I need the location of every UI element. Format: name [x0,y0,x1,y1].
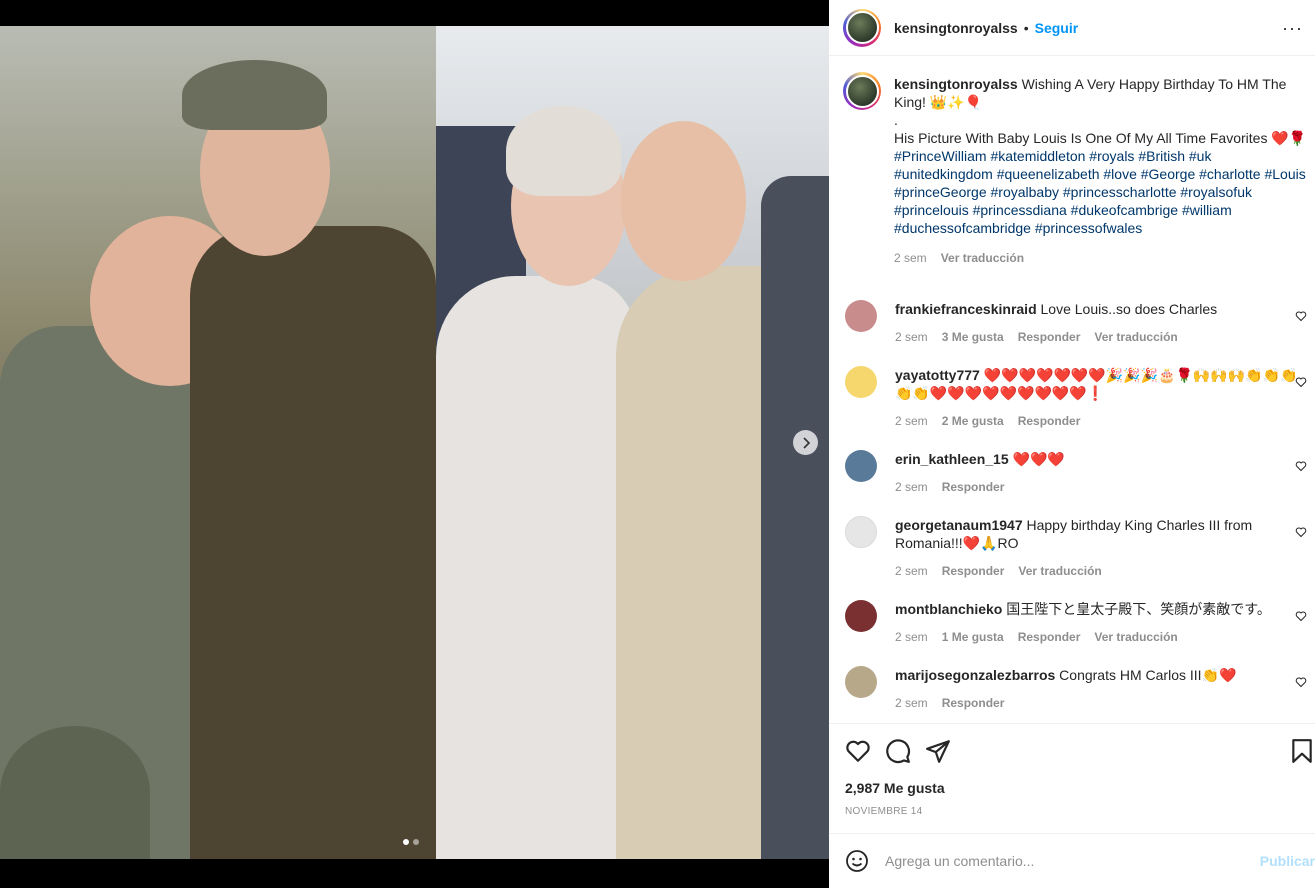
caption-username[interactable]: kensingtonroyalss [894,76,1018,92]
figure-face-man [621,121,746,281]
figure-dress [436,276,636,859]
likes-count[interactable]: 2,987 Me gusta [845,780,945,796]
post-side-panel: kensingtonroyalss • Seguir ··· kensingto… [829,0,1315,888]
carousel-indicator [403,839,419,845]
comment-item: georgetanaum1947 Happy birthday King Cha… [845,516,1307,580]
comment-username[interactable]: erin_kathleen_15 [895,451,1009,467]
translate-link[interactable]: Ver traducción [941,249,1024,267]
reply-button[interactable]: Responder [942,478,1005,496]
comment-time[interactable]: 2 sem [895,694,928,712]
chevron-right-icon [802,436,810,449]
comment-time[interactable]: 2 sem [895,328,928,346]
caption-time[interactable]: 2 sem [894,249,927,267]
comment-text: ❤️❤️❤️ [1012,451,1065,467]
avatar[interactable] [845,366,877,398]
avatar[interactable] [843,72,881,110]
reply-button[interactable]: Responder [942,562,1005,580]
emoji-icon[interactable] [845,849,869,873]
comment-icon[interactable] [885,738,911,764]
figure-jacket-right [190,226,436,859]
reply-button[interactable]: Responder [1018,412,1081,430]
comment-username[interactable]: georgetanaum1947 [895,517,1023,533]
photo-left-panel [0,26,436,859]
comment-likes[interactable]: 1 Me gusta [942,628,1004,646]
background-person [761,176,829,859]
translate-link[interactable]: Ver traducción [1094,328,1177,346]
follow-button[interactable]: Seguir [1035,20,1079,36]
comment-likes[interactable]: 2 Me gusta [942,412,1004,430]
comment-item: montblanchieko 国王陛下と皇太子殿下、笑顔が素敵です。 2 sem… [845,600,1307,646]
heart-icon[interactable] [1295,610,1307,622]
comment-time[interactable]: 2 sem [895,628,928,646]
heart-icon[interactable] [1295,526,1307,538]
carousel-dot [413,839,419,845]
reply-button[interactable]: Responder [1018,328,1081,346]
heart-icon[interactable] [1295,460,1307,472]
caption-text-line3: His Picture With Baby Louis Is One Of My… [894,130,1307,146]
comment-username[interactable]: montblanchieko [895,601,1002,617]
avatar[interactable] [843,8,881,47]
translate-link[interactable]: Ver traducción [1094,628,1177,646]
heart-icon[interactable] [845,738,871,764]
comment-item: erin_kathleen_15 ❤️❤️❤️ 2 sem Responder [845,450,1307,496]
comment-item: yayatotty777 ❤️❤️❤️❤️❤️❤️❤️🎉🎉🎉🎂🌹🙌🙌🙌👏👏👏👏👏… [845,366,1307,430]
carousel-dot [403,839,409,845]
separator-dot: • [1023,19,1029,36]
comment-item: marijosegonzalezbarros Congrats HM Carlo… [845,666,1307,712]
comment-username[interactable]: frankiefranceskinraid [895,301,1037,317]
comment-time[interactable]: 2 sem [895,478,928,496]
heart-icon[interactable] [1295,376,1307,388]
heart-icon[interactable] [1295,310,1307,322]
comment-input[interactable] [885,853,1245,869]
avatar[interactable] [845,666,877,698]
fascinator-hat [506,106,621,196]
comment-time[interactable]: 2 sem [895,412,928,430]
carousel-next-button[interactable] [793,430,818,455]
comment-text: Congrats HM Carlos III👏❤️ [1059,667,1237,683]
more-options-icon[interactable]: ··· [1282,18,1303,39]
heart-icon[interactable] [1295,676,1307,688]
publish-button[interactable]: Publicar [1260,853,1315,869]
comments-scroll-area[interactable]: kensingtonroyalss Wishing A Very Happy B… [829,57,1315,723]
comment-time[interactable]: 2 sem [895,562,928,580]
translate-link[interactable]: Ver traducción [1018,562,1101,580]
bookmark-icon[interactable] [1289,738,1315,764]
comment-username[interactable]: yayatotty777 [895,367,980,383]
comment-text: Love Louis..so does Charles [1040,301,1218,317]
reply-button[interactable]: Responder [942,694,1005,712]
caption-hashtags[interactable]: #PrinceWilliam #katemiddleton #royals #B… [894,147,1307,237]
post-header: kensingtonroyalss • Seguir ··· [829,0,1315,56]
post-author-username[interactable]: kensingtonroyalss [894,20,1018,36]
reply-button[interactable]: Responder [1018,628,1081,646]
flat-cap [182,60,327,130]
comment-composer: Publicar [829,833,1315,888]
post-actions: 2,987 Me gusta NOVIEMBRE 14 [829,723,1315,833]
caption-text-line2: . [894,112,898,128]
held-cap [0,726,150,859]
share-icon[interactable] [925,738,951,764]
avatar[interactable] [845,300,877,332]
post-caption: kensingtonroyalss Wishing A Very Happy B… [843,72,1307,267]
avatar[interactable] [845,450,877,482]
photo-right-panel [436,26,829,859]
comment-username[interactable]: marijosegonzalezbarros [895,667,1055,683]
post-date[interactable]: NOVIEMBRE 14 [845,806,923,817]
comment-likes[interactable]: 3 Me gusta [942,328,1004,346]
post-media [0,0,829,888]
comment-text: 国王陛下と皇太子殿下、笑顔が素敵です。 [1006,601,1271,617]
avatar[interactable] [845,516,877,548]
avatar[interactable] [845,600,877,632]
comment-item: frankiefranceskinraid Love Louis..so doe… [845,300,1307,346]
